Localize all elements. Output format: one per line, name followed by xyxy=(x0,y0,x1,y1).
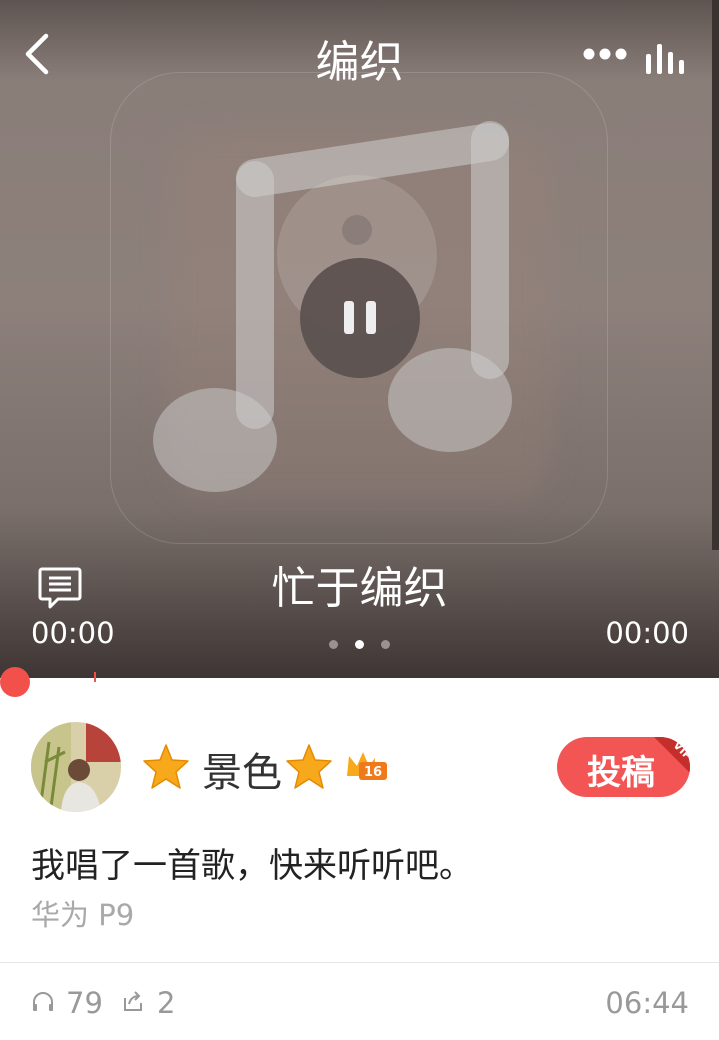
pause-button[interactable] xyxy=(300,258,420,378)
pause-icon-bar xyxy=(366,301,376,334)
current-time: 00:00 xyxy=(31,616,115,650)
equalizer-icon[interactable] xyxy=(644,40,690,76)
song-duration: 06:44 xyxy=(605,986,689,1020)
user-name[interactable]: 景色 xyxy=(202,740,282,798)
badge-level: 16 xyxy=(364,765,382,780)
total-time: 00:00 xyxy=(605,616,689,650)
share-count: 2 xyxy=(157,986,176,1020)
page-dot-active xyxy=(355,640,364,649)
progress-buffer-marker xyxy=(94,672,96,682)
contribute-button[interactable]: 投稿 VIP xyxy=(557,737,690,797)
pause-icon xyxy=(344,301,354,334)
more-dots-icon[interactable] xyxy=(580,40,630,68)
song-title: 忙于编织 xyxy=(271,563,448,614)
progress-knob[interactable] xyxy=(0,667,30,697)
star-icon xyxy=(286,744,332,789)
lyrics-comment-icon[interactable] xyxy=(36,563,84,611)
avatar-image xyxy=(31,722,121,812)
crown-level-badge-icon: 16 xyxy=(347,752,387,780)
page-dot xyxy=(329,640,338,649)
avatar[interactable] xyxy=(31,722,121,812)
top-bar: 编织 xyxy=(0,0,719,110)
star-icon xyxy=(143,744,189,789)
player-area[interactable]: 编织 忙于编织 00:00 00:00 xyxy=(0,0,719,678)
listen-count: 79 xyxy=(66,986,103,1020)
page-indicator xyxy=(329,640,391,650)
headphones-icon xyxy=(33,992,53,1011)
vip-ribbon: VIP xyxy=(654,737,690,773)
page-dot xyxy=(381,640,390,649)
device-label: 华为 P9 xyxy=(31,898,135,932)
share-icon[interactable] xyxy=(121,990,145,1014)
divider xyxy=(0,962,719,963)
post-caption: 我唱了一首歌，快来听听吧。 xyxy=(31,846,473,886)
progress-bar[interactable] xyxy=(0,667,719,697)
